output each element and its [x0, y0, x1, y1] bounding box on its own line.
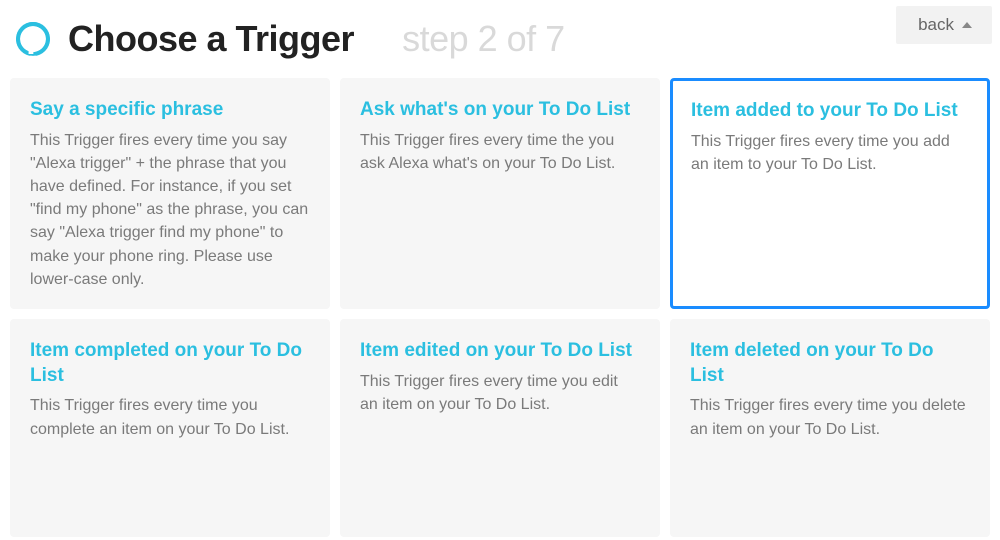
trigger-title: Say a specific phrase [30, 98, 310, 123]
trigger-desc: This Trigger fires every time you comple… [30, 394, 310, 440]
trigger-card-item-edited[interactable]: Item edited on your To Do List This Trig… [340, 319, 660, 537]
trigger-title: Item added to your To Do List [691, 99, 969, 124]
trigger-desc: This Trigger fires every time you delete… [690, 394, 970, 440]
trigger-card-item-deleted[interactable]: Item deleted on your To Do List This Tri… [670, 319, 990, 537]
trigger-desc: This Trigger fires every time you add an… [691, 130, 969, 176]
trigger-desc: This Trigger fires every time you edit a… [360, 370, 640, 416]
trigger-desc: This Trigger fires every time you say "A… [30, 129, 310, 291]
trigger-title: Item deleted on your To Do List [690, 339, 970, 388]
caret-up-icon [962, 22, 972, 28]
back-button-label: back [918, 15, 954, 35]
trigger-title: Item edited on your To Do List [360, 339, 640, 364]
trigger-card-ask-todo[interactable]: Ask what's on your To Do List This Trigg… [340, 78, 660, 309]
step-indicator: step 2 of 7 [402, 18, 565, 60]
header: Choose a Trigger step 2 of 7 back [0, 0, 1000, 78]
page-title: Choose a Trigger [68, 18, 354, 60]
trigger-card-say-phrase[interactable]: Say a specific phrase This Trigger fires… [10, 78, 330, 309]
trigger-title: Item completed on your To Do List [30, 339, 310, 388]
trigger-title: Ask what's on your To Do List [360, 98, 640, 123]
back-button[interactable]: back [896, 6, 992, 44]
trigger-desc: This Trigger fires every time the you as… [360, 129, 640, 175]
trigger-card-item-added[interactable]: Item added to your To Do List This Trigg… [670, 78, 990, 309]
alexa-logo-icon [16, 22, 50, 56]
trigger-card-item-completed[interactable]: Item completed on your To Do List This T… [10, 319, 330, 537]
trigger-grid: Say a specific phrase This Trigger fires… [0, 78, 1000, 537]
